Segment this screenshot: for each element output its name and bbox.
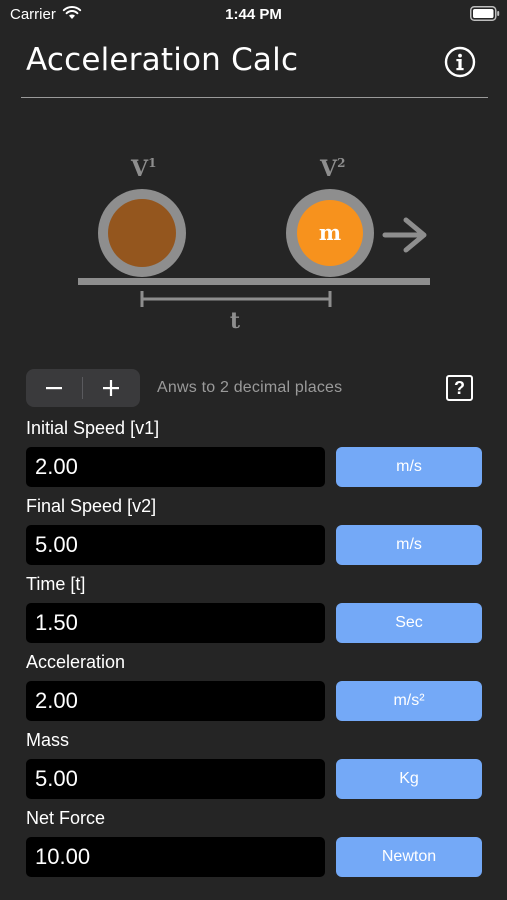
mass-label: m — [319, 220, 341, 245]
v1-superscript: 1 — [148, 156, 156, 170]
v2-superscript: 2 — [337, 156, 345, 170]
final-speed-label: Final Speed [v2] — [26, 496, 157, 516]
initial-speed-unit-button[interactable]: m/s — [336, 447, 482, 487]
initial-speed-input[interactable]: 2.00 — [26, 447, 325, 487]
status-bar: Carrier 1:44 PM — [0, 0, 507, 30]
decimal-stepper — [26, 369, 140, 407]
v2-label: V2 — [319, 156, 345, 182]
v1-label: V1 — [130, 156, 156, 182]
mass-field-label: Mass — [26, 730, 70, 750]
final-speed-unit-button[interactable]: m/s — [336, 525, 482, 565]
info-button[interactable] — [444, 46, 476, 78]
plus-icon — [103, 380, 119, 396]
decrease-decimals-button[interactable] — [26, 369, 82, 407]
question-mark-icon: ? — [446, 375, 473, 401]
mass-input[interactable]: 5.00 — [26, 759, 325, 799]
v1-letter: V — [130, 156, 149, 182]
help-label: ? — [454, 378, 465, 398]
page-title: Acceleration Calc — [26, 42, 299, 78]
increase-decimals-button[interactable] — [83, 369, 139, 407]
info-circle-icon — [444, 46, 476, 78]
arrow-right-icon — [382, 217, 427, 253]
net-force-label: Net Force — [26, 808, 106, 828]
help-button[interactable]: ? — [446, 375, 473, 401]
clock: 1:44 PM — [225, 6, 282, 23]
final-speed-input[interactable]: 5.00 — [26, 525, 325, 565]
time-bracket — [140, 291, 332, 307]
time-label: t — [230, 308, 241, 334]
acceleration-unit-button[interactable]: m/s² — [336, 681, 482, 721]
acceleration-input[interactable]: 2.00 — [26, 681, 325, 721]
battery-icon — [470, 6, 500, 21]
mass-unit-button[interactable]: Kg — [336, 759, 482, 799]
time-input[interactable]: 1.50 — [26, 603, 325, 643]
net-force-input[interactable]: 10.00 — [26, 837, 325, 877]
motion-diagram: V1 V2 m t — [78, 156, 430, 334]
header-divider — [21, 97, 488, 98]
v2-letter: V — [319, 156, 338, 182]
track-line — [78, 278, 430, 285]
initial-ball — [108, 199, 176, 267]
initial-speed-label: Initial Speed [v1] — [26, 418, 160, 438]
net-force-unit-button[interactable]: Newton — [336, 837, 482, 877]
minus-icon — [46, 387, 62, 390]
decimal-places-note: Anws to 2 decimal places — [157, 379, 343, 396]
time-unit-button[interactable]: Sec — [336, 603, 482, 643]
time-field-label: Time [t] — [26, 574, 86, 594]
acceleration-label: Acceleration — [26, 652, 126, 672]
